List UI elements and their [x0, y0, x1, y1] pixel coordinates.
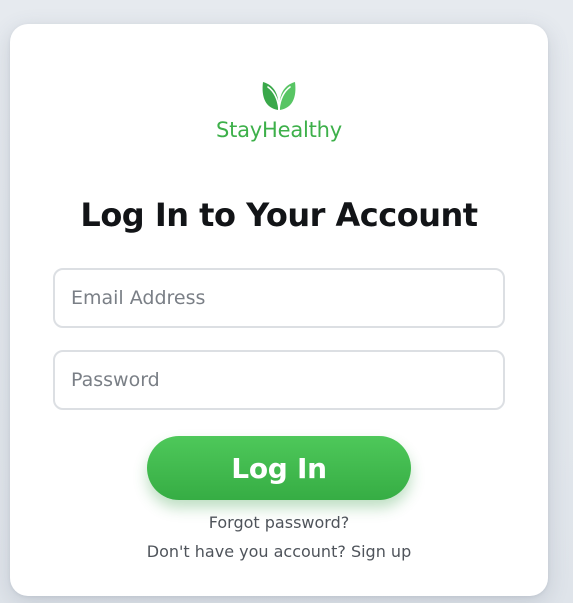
email-field[interactable]	[53, 268, 505, 328]
signup-prompt: Don't have you account?	[146, 542, 346, 561]
page-title: Log In to Your Account	[80, 196, 478, 234]
leaf-icon	[262, 82, 296, 110]
login-card: StayHealthy Log In to Your Account Log I…	[10, 24, 548, 596]
login-button[interactable]: Log In	[147, 436, 411, 500]
password-field[interactable]	[53, 350, 505, 410]
signup-link[interactable]: Sign up	[351, 542, 411, 561]
brand-logo: StayHealthy	[10, 78, 548, 142]
brand-name: StayHealthy	[215, 118, 343, 142]
signup-row: Don't have you account? Sign up	[10, 542, 548, 561]
page-background: StayHealthy Log In to Your Account Log I…	[0, 0, 573, 603]
forgot-password-link[interactable]: Forgot password?	[10, 513, 548, 532]
